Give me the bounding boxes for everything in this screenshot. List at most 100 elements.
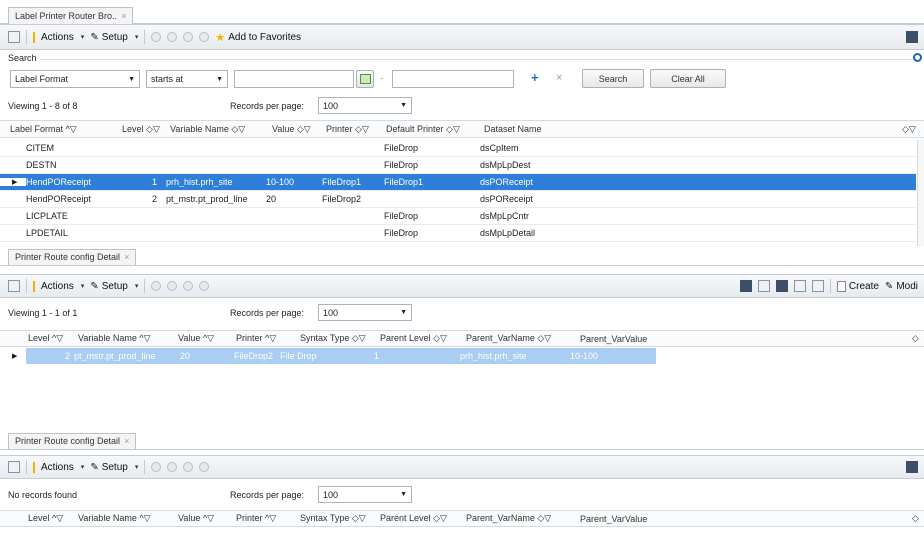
actions-menu[interactable]: Actions ▾ bbox=[41, 462, 84, 473]
col-parent-level[interactable]: Parent Level ◇▽ bbox=[380, 513, 447, 524]
layout-icon[interactable] bbox=[906, 461, 918, 473]
next-page-icon[interactable] bbox=[183, 281, 194, 291]
table-row-selected[interactable]: ▶ 2 pt_mstr.pt_prod_line 20 FileDrop2 Fi… bbox=[0, 348, 924, 364]
col-parent-varname[interactable]: Parent_VarName ◇▽ bbox=[466, 333, 551, 344]
detail2-records-select[interactable]: 100 ▼ bbox=[318, 486, 412, 503]
col-syntax-type[interactable]: Syntax Type ◇▽ bbox=[300, 513, 366, 524]
table-row-selected[interactable]: ▶ HendPOReceipt 1 prh_hist.prh_site 10-1… bbox=[0, 174, 916, 191]
col-parent-level[interactable]: Parent Level ◇▽ bbox=[380, 333, 447, 344]
previous-page-icon[interactable] bbox=[167, 462, 178, 472]
table-row[interactable]: CITEM FileDrop dsCpItem bbox=[0, 140, 916, 157]
table-row[interactable]: LICPLATE FileDrop dsMpLpCntr bbox=[0, 208, 916, 225]
chevron-down-icon: ▾ bbox=[80, 283, 85, 290]
divider bbox=[144, 460, 146, 474]
last-page-icon[interactable] bbox=[199, 32, 210, 42]
add-criteria-icon[interactable]: + bbox=[531, 70, 539, 85]
col-value[interactable]: Value ^▽ bbox=[178, 513, 214, 524]
col-parent-varvalue[interactable]: Parent_VarValue bbox=[580, 514, 647, 524]
grid1-viewing: Viewing 1 - 8 of 8 bbox=[8, 101, 78, 111]
col-options-icon[interactable]: ◇▽ bbox=[902, 124, 916, 135]
search-value-input[interactable] bbox=[234, 70, 354, 88]
grid-view-icon[interactable] bbox=[739, 280, 752, 292]
setup-menu[interactable]: ✎ Setup ▾ bbox=[90, 281, 138, 292]
col-level[interactable]: Level ◇▽ bbox=[122, 124, 160, 135]
previous-page-icon[interactable] bbox=[167, 32, 178, 42]
form-view-icon[interactable] bbox=[757, 280, 770, 292]
detail1-records-select[interactable]: 100 ▼ bbox=[318, 304, 412, 321]
close-icon[interactable]: × bbox=[124, 252, 129, 262]
last-page-icon[interactable] bbox=[199, 281, 210, 291]
calendar-button[interactable] bbox=[356, 70, 374, 88]
col-dataset-name[interactable]: Dataset Name bbox=[484, 124, 542, 134]
cell-value: 10-100 bbox=[266, 177, 295, 187]
layout-icon[interactable] bbox=[906, 31, 918, 43]
next-page-icon[interactable] bbox=[183, 32, 194, 42]
settings-icon[interactable] bbox=[913, 53, 922, 62]
chevron-down-icon: ▾ bbox=[134, 283, 139, 290]
col-options-icon[interactable]: ◇ bbox=[912, 513, 919, 524]
clear-all-button[interactable]: Clear All bbox=[650, 69, 726, 88]
grid-icon[interactable] bbox=[8, 461, 20, 473]
detail2-divider bbox=[0, 449, 924, 450]
col-printer[interactable]: Printer ◇▽ bbox=[326, 124, 369, 135]
col-printer[interactable]: Printer ^▽ bbox=[236, 333, 276, 344]
add-to-favorites-button[interactable]: ★ Add to Favorites bbox=[215, 31, 301, 44]
col-parent-varname[interactable]: Parent_VarName ◇▽ bbox=[466, 513, 551, 524]
close-icon[interactable]: × bbox=[124, 436, 129, 446]
setup-menu[interactable]: ✎ Setup ▾ bbox=[90, 32, 138, 43]
search-field-select[interactable]: Label Format ▼ bbox=[10, 70, 140, 88]
clear-all-button-label: Clear All bbox=[671, 73, 705, 84]
col-default-printer[interactable]: Default Printer ◇▽ bbox=[386, 124, 460, 135]
col-variable-name[interactable]: Variable Name ^▽ bbox=[78, 513, 151, 524]
col-level[interactable]: Level ^▽ bbox=[28, 333, 63, 344]
setup-menu[interactable]: ✎ Setup ▾ bbox=[90, 462, 138, 473]
col-options-icon[interactable]: ◇ bbox=[912, 333, 919, 344]
modify-button[interactable]: ✎ Modi bbox=[885, 281, 918, 292]
col-syntax-type[interactable]: Syntax Type ◇▽ bbox=[300, 333, 366, 344]
col-printer[interactable]: Printer ^▽ bbox=[236, 513, 276, 524]
col-variable-name[interactable]: Variable Name ◇▽ bbox=[170, 124, 245, 135]
search-value2-input[interactable] bbox=[392, 70, 514, 88]
search-operator-select[interactable]: starts at ▼ bbox=[146, 70, 228, 88]
table-row[interactable]: HendPOReceipt 2 pt_mstr.pt_prod_line 20 … bbox=[0, 191, 916, 208]
close-icon[interactable]: × bbox=[121, 11, 126, 21]
col-value[interactable]: Value ^▽ bbox=[178, 333, 214, 344]
grid1-records-label: Records per page: bbox=[230, 101, 305, 111]
search-divider bbox=[40, 59, 916, 60]
table-row[interactable]: DESTN FileDrop dsMpLpDest bbox=[0, 157, 916, 174]
actions-menu[interactable]: Actions ▾ bbox=[41, 281, 84, 292]
col-label: Printer bbox=[326, 123, 353, 134]
col-parent-varvalue[interactable]: Parent_VarValue bbox=[580, 334, 647, 344]
col-variable-name[interactable]: Variable Name ^▽ bbox=[78, 333, 151, 344]
list-view-icon[interactable] bbox=[775, 280, 788, 292]
grid-icon[interactable] bbox=[8, 31, 20, 43]
grid1-records-select[interactable]: 100 ▼ bbox=[318, 97, 412, 114]
tile-view-icon[interactable] bbox=[811, 280, 824, 292]
grid1-scrollbar[interactable] bbox=[917, 140, 924, 246]
detail1-records-label: Records per page: bbox=[230, 308, 305, 318]
actions-menu[interactable]: Actions ▾ bbox=[41, 32, 84, 43]
cell-dataset: dsPOReceipt bbox=[480, 177, 534, 187]
tab-printer-route-detail[interactable]: Printer Route config Detail × bbox=[8, 249, 137, 265]
cell-default: FileDrop bbox=[384, 228, 419, 238]
split-view-icon[interactable] bbox=[793, 280, 806, 292]
tab-printer-route-detail-2[interactable]: Printer Route config Detail × bbox=[8, 433, 137, 449]
search-button[interactable]: Search bbox=[582, 69, 644, 88]
cell-default: FileDrop bbox=[384, 160, 419, 170]
previous-page-icon[interactable] bbox=[167, 281, 178, 291]
grid-icon[interactable] bbox=[8, 280, 20, 292]
col-value[interactable]: Value ◇▽ bbox=[272, 124, 311, 135]
first-page-icon[interactable] bbox=[151, 281, 162, 291]
remove-criteria-icon[interactable]: × bbox=[556, 72, 562, 84]
col-label-format[interactable]: Label Format ^▽ bbox=[10, 124, 77, 135]
last-page-icon[interactable] bbox=[199, 462, 210, 472]
create-button[interactable]: Create bbox=[836, 280, 879, 292]
table-row[interactable]: LPDETAIL FileDrop dsMpLpDetail bbox=[0, 225, 916, 242]
tab-label-printer-router[interactable]: Label Printer Router Bro.. × bbox=[8, 7, 134, 24]
divider bbox=[26, 30, 27, 44]
col-level[interactable]: Level ^▽ bbox=[28, 513, 63, 524]
first-page-icon[interactable] bbox=[151, 462, 162, 472]
col-label: Dataset Name bbox=[484, 124, 542, 134]
first-page-icon[interactable] bbox=[151, 32, 162, 42]
next-page-icon[interactable] bbox=[183, 462, 194, 472]
